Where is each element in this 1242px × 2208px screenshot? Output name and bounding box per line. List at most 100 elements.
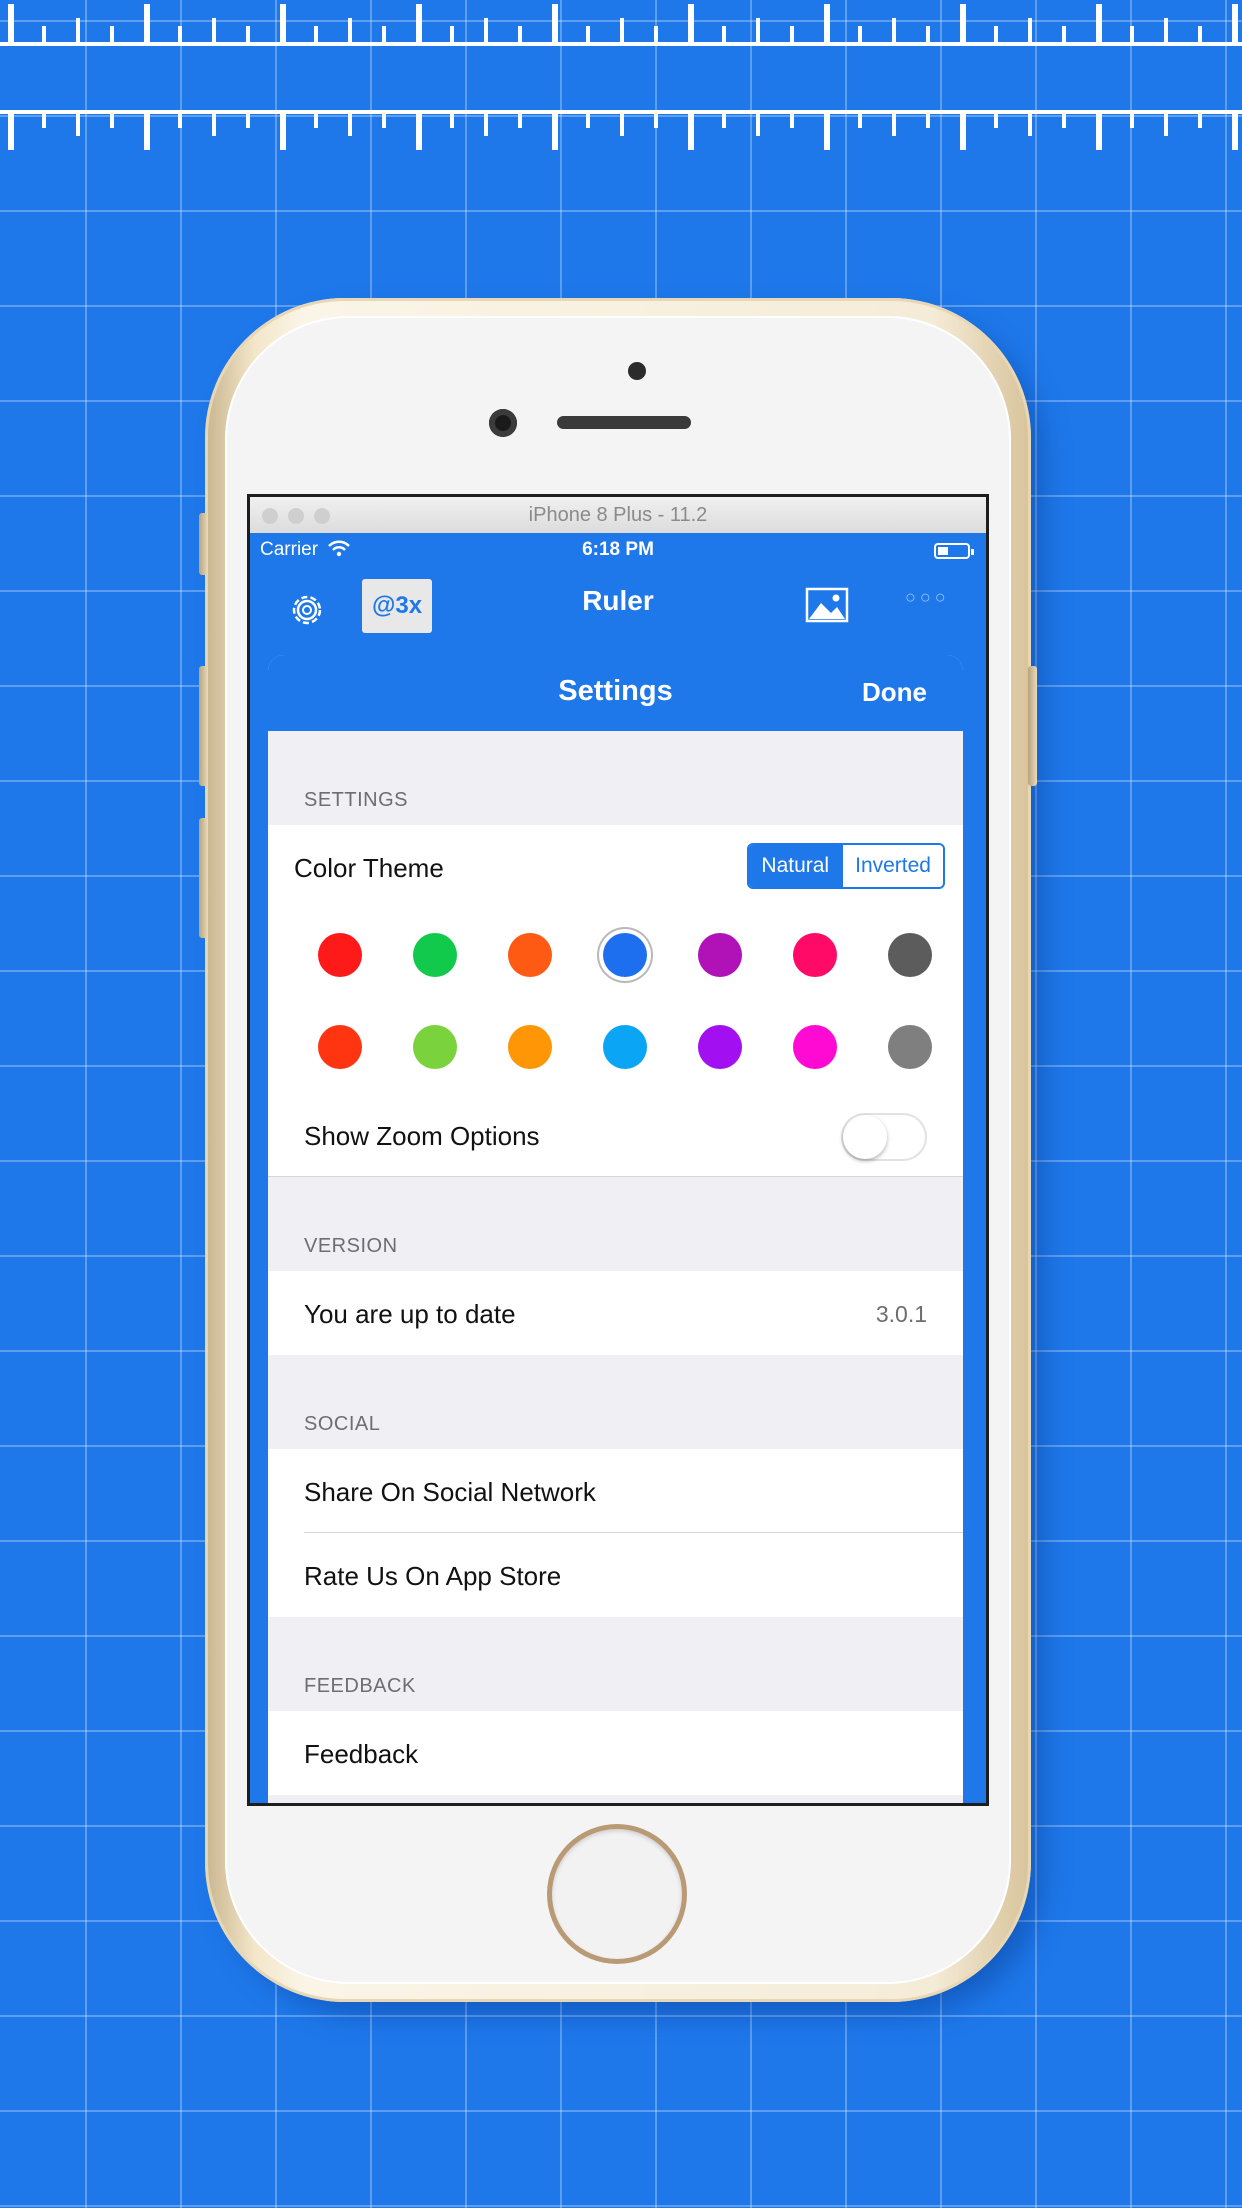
row1-color-swatch-4[interactable] — [603, 933, 647, 977]
front-camera — [489, 409, 517, 437]
ruler-tick — [280, 4, 286, 44]
simulator-title: iPhone 8 Plus - 11.2 — [528, 504, 708, 526]
nav-bar: @3x Ruler ○○○ — [250, 573, 986, 633]
ruler-tick — [1130, 110, 1134, 128]
row1-color-swatch-1[interactable] — [318, 933, 362, 977]
ruler-tick — [314, 110, 318, 128]
ruler-tick — [586, 26, 590, 44]
close-window-button[interactable] — [262, 508, 278, 524]
zoom-window-button[interactable] — [314, 508, 330, 524]
section-header-social: SOCIAL — [304, 1413, 381, 1435]
ruler-tick — [1198, 110, 1202, 128]
version-group: You are up to date 3.0.1 — [268, 1271, 963, 1355]
version-row: You are up to date 3.0.1 — [268, 1271, 963, 1355]
ruler-tick — [960, 4, 966, 44]
share-social-label: Share On Social Network — [304, 1477, 596, 1507]
ruler-tick — [654, 26, 658, 44]
ruler-tick — [926, 26, 930, 44]
ruler-tick — [552, 4, 558, 44]
ruler-tick — [1232, 110, 1238, 150]
ruler-tick — [688, 110, 694, 150]
row2-color-swatch-1[interactable] — [318, 1025, 362, 1069]
ruler-tick — [1062, 110, 1066, 128]
row1-color-swatch-2[interactable] — [413, 933, 457, 977]
row1-color-swatch-7[interactable] — [888, 933, 932, 977]
row2-color-swatch-5[interactable] — [698, 1025, 742, 1069]
home-button[interactable] — [552, 1829, 682, 1959]
ruler-tick — [824, 4, 830, 44]
feedback-row[interactable]: Feedback — [268, 1711, 963, 1795]
ruler-tick — [688, 4, 694, 44]
minimize-window-button[interactable] — [288, 508, 304, 524]
ruler-tick — [416, 4, 422, 44]
toggle-knob — [843, 1115, 887, 1159]
image-icon[interactable] — [805, 587, 849, 623]
row2-color-swatch-6[interactable] — [793, 1025, 837, 1069]
row2-color-swatch-4[interactable] — [603, 1025, 647, 1069]
ruler-tick — [246, 26, 250, 44]
settings-sheet: Settings Done SETTINGS Color Theme Natur… — [268, 655, 963, 1803]
ruler-tick — [722, 26, 726, 44]
ruler-tick — [1164, 18, 1168, 44]
segment-inverted[interactable]: Inverted — [841, 845, 943, 887]
ruler-tick — [552, 110, 558, 150]
zoom-options-label: Show Zoom Options — [304, 1121, 540, 1151]
share-social-row[interactable]: Share On Social Network — [268, 1449, 963, 1533]
ruler-tick — [722, 110, 726, 128]
ruler-tick — [1130, 26, 1134, 44]
row2-color-swatch-2[interactable] — [413, 1025, 457, 1069]
feedback-group: Feedback — [268, 1711, 963, 1795]
battery-icon — [934, 543, 974, 559]
section-header-feedback: FEEDBACK — [304, 1675, 416, 1697]
power-button — [1028, 666, 1037, 786]
ruler-tick — [1028, 18, 1032, 44]
zoom-options-row: Show Zoom Options — [268, 1093, 963, 1177]
sheet-title: Settings — [558, 675, 673, 707]
sheet-header: Settings Done — [268, 655, 963, 731]
ruler-tick — [76, 110, 80, 136]
section-header-settings: SETTINGS — [304, 789, 409, 811]
color-swatch-row-1 — [268, 909, 963, 1001]
mute-switch — [199, 513, 208, 575]
row2-color-swatch-7[interactable] — [888, 1025, 932, 1069]
color-swatch-row-2 — [268, 1001, 963, 1093]
done-button[interactable]: Done — [862, 677, 927, 708]
status-time: 6:18 PM — [582, 539, 654, 560]
ruler-bottom-ticks — [0, 110, 1242, 150]
row1-color-swatch-3[interactable] — [508, 933, 552, 977]
ruler-tick — [994, 110, 998, 128]
settings-group: Color Theme Natural Inverted Show Zoom O… — [268, 825, 963, 1177]
row1-color-swatch-5[interactable] — [698, 933, 742, 977]
ruler-tick — [1028, 110, 1032, 136]
rate-app-label: Rate Us On App Store — [304, 1561, 562, 1591]
ruler-tick — [246, 110, 250, 128]
ruler-tick — [960, 110, 966, 150]
ruler-tick — [790, 110, 794, 128]
ruler-tick — [484, 18, 488, 44]
rate-app-row[interactable]: Rate Us On App Store — [268, 1533, 963, 1617]
ruler-tick — [926, 110, 930, 128]
segment-natural[interactable]: Natural — [749, 845, 842, 887]
app-body: Settings Done SETTINGS Color Theme Natur… — [250, 643, 986, 1803]
feedback-label: Feedback — [304, 1739, 419, 1769]
theme-segmented-control[interactable]: Natural Inverted — [747, 843, 945, 889]
simulator-title-bar: iPhone 8 Plus - 11.2 — [250, 497, 986, 533]
ruler-tick — [620, 110, 624, 136]
ruler-tick — [1232, 4, 1238, 44]
ruler-tick — [416, 110, 422, 150]
volume-down-button — [199, 818, 208, 938]
zoom-options-toggle[interactable] — [841, 1113, 927, 1161]
row2-color-swatch-3[interactable] — [508, 1025, 552, 1069]
more-icon[interactable]: ○○○ — [905, 587, 950, 608]
ruler-tick — [8, 4, 14, 44]
ruler-tick — [586, 110, 590, 128]
nav-title: Ruler — [582, 585, 654, 616]
row1-color-swatch-6[interactable] — [793, 933, 837, 977]
ruler-tick — [280, 110, 286, 150]
ruler-tick — [382, 110, 386, 128]
ruler-tick — [42, 110, 46, 128]
ruler-tick — [1198, 26, 1202, 44]
